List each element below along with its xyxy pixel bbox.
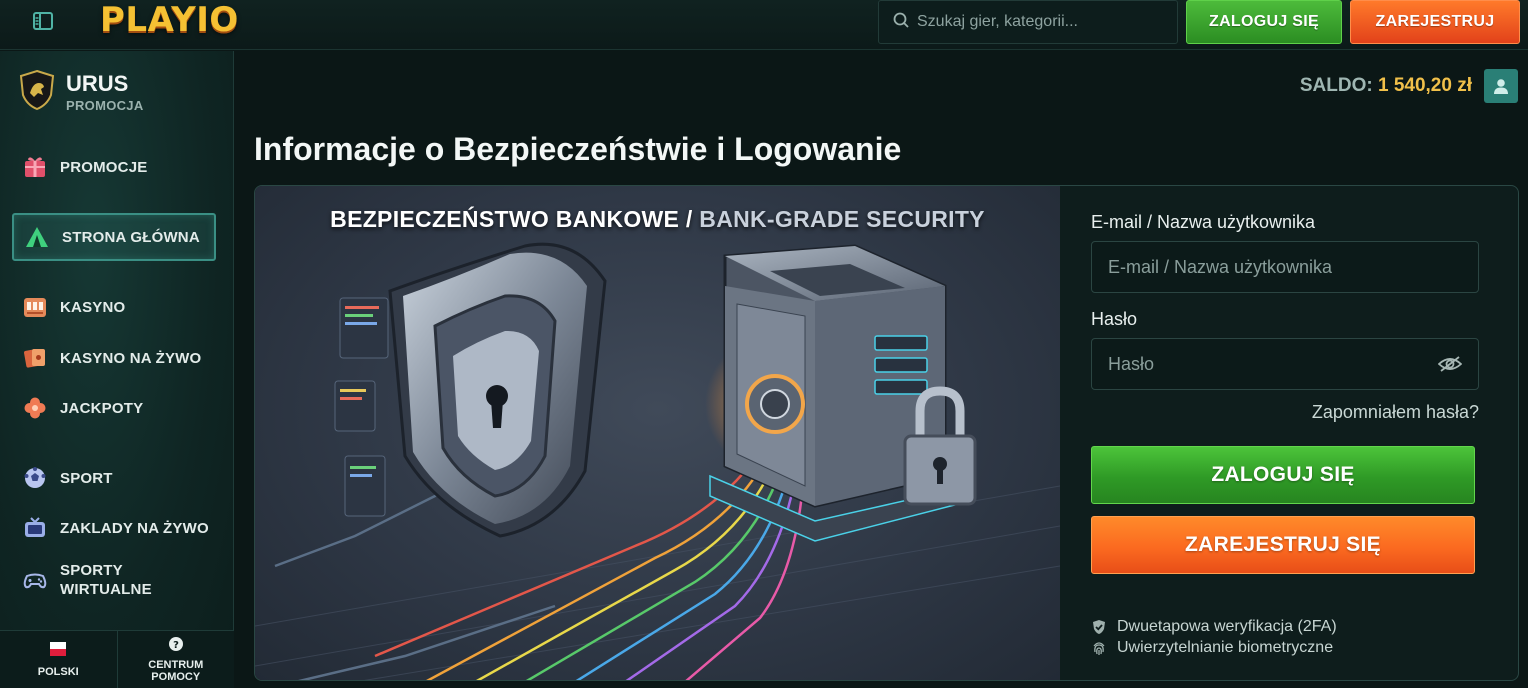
promo-title: URUS (66, 71, 129, 96)
feature-label: Dwuetapowa weryfikacja (2FA) (1117, 618, 1337, 635)
sidebar-footer: POLSKI ? CENTRUM POMOCY (0, 630, 234, 688)
site-logo[interactable]: PLAYIO (100, 0, 239, 40)
sidebar-item-zaklady-na-zywo[interactable]: ZAKLADY NA ŻYWO (12, 507, 216, 549)
page-title: Informacje o Bezpieczeństwie i Logowanie (254, 131, 902, 167)
security-illustration: BEZPIECZEŃSTWO BANKOWE / BANK-GRADE SECU… (255, 186, 1060, 680)
clover-icon (22, 395, 48, 421)
help-icon: ? (168, 636, 184, 655)
password-field[interactable] (1108, 353, 1438, 375)
feature-biometric: Uwierzytelnianie biometryczne (1091, 639, 1333, 657)
password-field-wrapper[interactable] (1091, 338, 1479, 390)
search-input[interactable] (917, 13, 1167, 31)
sidebar-item-label: SPORT (60, 469, 113, 487)
feature-label: Uwierzytelnianie biometryczne (1117, 639, 1334, 656)
lamborghini-badge-icon (18, 69, 56, 111)
soccer-ball-icon (22, 465, 48, 491)
balance-value: 1 540,20 zł (1377, 75, 1472, 96)
gift-icon (22, 154, 48, 180)
sidebar-item-promocje[interactable]: PROMOCJE (12, 153, 216, 181)
forgot-password-link[interactable]: Zapomniałem hasła? (1312, 402, 1479, 423)
login-form: E-mail / Nazwa użytkownika Hasło Zapomni… (1091, 186, 1491, 680)
playing-cards-icon (22, 345, 48, 371)
sidebar-item-label: STRONA GŁÓWNA (62, 228, 200, 246)
svg-text:?: ? (173, 640, 179, 651)
header-register-button[interactable]: ZAREJESTRUJ (1350, 0, 1520, 44)
language-label: POLSKI (37, 666, 79, 678)
sidebar-item-label: KASYNO (60, 298, 126, 316)
main-content: SALDO: 1 540,20 zł Informacje o Bezpiecz… (234, 51, 1528, 688)
sidebar-item-label: ZAKLADY NA ŻYWO (60, 519, 209, 537)
sidebar-item-sporty-wirtualne[interactable]: SPORTY WIRTUALNE (12, 559, 216, 601)
user-account-icon[interactable] (1484, 69, 1518, 103)
sidebar-item-label: PROMOCJE (60, 158, 148, 176)
login-button[interactable]: ZALOGUJ SIĘ (1091, 446, 1475, 504)
header-login-button[interactable]: ZALOGUJ SIĘ (1186, 0, 1342, 44)
help-center-link[interactable]: ? CENTRUM POMOCY (116, 631, 235, 688)
top-bar: PLAYIO ZALOGUJ SIĘ ZAREJESTRUJ (0, 0, 1528, 50)
sidebar-item-label: JACKPOTY (60, 399, 144, 417)
balance-label: SALDO: (1299, 75, 1373, 96)
search-box[interactable] (878, 0, 1178, 44)
sidebar-item-jackpoty[interactable]: JACKPOTY (12, 394, 216, 422)
sidebar-item-sport[interactable]: SPORT (12, 464, 216, 492)
sidebar-item-kasyno-na-zywo[interactable]: KASYNO NA ŻYWO (12, 337, 216, 379)
poland-flag-icon (50, 641, 67, 660)
email-field[interactable] (1108, 256, 1462, 278)
sidebar-item-strona-glowna[interactable]: STRONA GŁÓWNA (12, 213, 216, 261)
eye-off-icon[interactable] (1438, 355, 1462, 373)
login-panel: BEZPIECZEŃSTWO BANKOWE / BANK-GRADE SECU… (254, 185, 1519, 681)
live-tv-icon (22, 515, 48, 541)
shield-safe-illustration (255, 242, 1060, 680)
sidebar-toggle-icon[interactable] (30, 8, 56, 34)
help-label: CENTRUM POMOCY (148, 659, 204, 683)
language-selector[interactable]: POLSKI (0, 631, 117, 688)
email-label: E-mail / Nazwa użytkownika (1091, 212, 1316, 232)
promo-subtitle: PROMOCJA (66, 98, 144, 113)
slot-machine-icon (22, 294, 48, 320)
search-icon (893, 12, 909, 33)
shield-check-icon (1091, 619, 1107, 635)
sidebar-item-kasyno[interactable]: KASYNO (12, 293, 216, 321)
feature-2fa: Dwuetapowa weryfikacja (2FA) (1091, 618, 1337, 636)
sidebar: URUS PROMOCJA PROMOCJE STRONA GŁÓWNA KAS… (0, 51, 234, 688)
account-balance: SALDO: 1 540,20 zł (1300, 75, 1472, 97)
promo-card[interactable]: URUS PROMOCJA (18, 69, 218, 129)
gamepad-icon (22, 567, 48, 593)
sidebar-item-label: SPORTY WIRTUALNE (60, 562, 152, 598)
password-label: Hasło (1091, 309, 1138, 329)
fingerprint-icon (1091, 640, 1107, 656)
home-tent-icon (24, 224, 50, 250)
email-field-wrapper[interactable] (1091, 241, 1479, 293)
register-button[interactable]: ZAREJESTRUJ SIĘ (1091, 516, 1475, 574)
sidebar-item-label: KASYNO NA ŻYWO (60, 349, 202, 367)
